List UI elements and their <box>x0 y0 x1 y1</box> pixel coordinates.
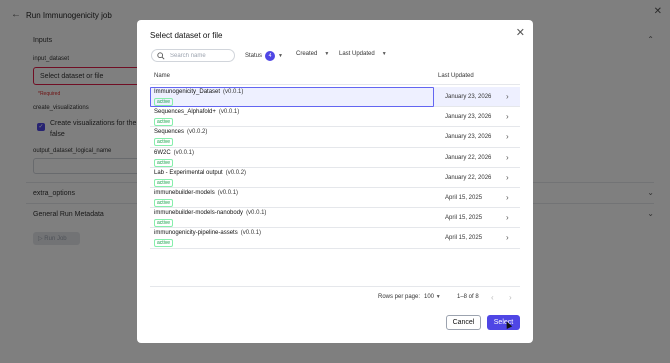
last-updated-date: January 22, 2026 <box>445 154 492 161</box>
divider <box>150 286 520 287</box>
search-icon <box>157 52 165 60</box>
dataset-version: (v0.0.1) <box>218 109 240 116</box>
status-badge: active <box>154 98 174 106</box>
dataset-name-text: immunogenicity-pipeline-assets <box>154 230 238 237</box>
rows-per-page-select[interactable]: 100 ▼ <box>424 294 441 300</box>
list-item[interactable]: immunebuilder-models-nanobody (v0.0.1) act… <box>150 208 520 229</box>
last-updated-date: January 23, 2026 <box>445 114 492 121</box>
dataset-name: Immunogenicity_Dataset (v0.0.1) <box>154 89 243 95</box>
last-updated-date: January 23, 2026 <box>445 134 492 141</box>
table-header: Name Last Updated <box>150 70 520 85</box>
dataset-name: Lab - Experimental output (v0.0.2) <box>154 170 246 176</box>
last-updated-date: April 15, 2025 <box>445 194 483 201</box>
status-badge: active <box>154 239 174 248</box>
last-updated-filter[interactable]: Last Updated ▼ <box>339 51 387 57</box>
created-filter[interactable]: Created ▼ <box>296 51 329 57</box>
dataset-list: Immunogenicity_Dataset (v0.0.1) active Janu… <box>150 87 520 249</box>
dataset-name: immunebuilder-models-nanobody (v0.0.1) <box>154 210 266 216</box>
chevron-right-icon[interactable]: › <box>506 92 509 101</box>
created-filter-label: Created <box>296 51 318 57</box>
dataset-version: (v0.0.1) <box>173 149 195 156</box>
dataset-name-text: immunebuilder-models-nanobody <box>154 210 244 217</box>
select-dataset-modal: Select dataset or file ✕ Status 4 ▼ Crea… <box>137 20 533 343</box>
caret-down-icon: ▼ <box>381 51 387 57</box>
cancel-button[interactable]: Cancel <box>446 315 481 330</box>
dataset-name-text: Lab - Experimental output <box>154 169 223 176</box>
list-item[interactable]: Immunogenicity_Dataset (v0.0.1) active Janu… <box>150 87 520 108</box>
dataset-name-text: Immunogenicity_Dataset <box>154 89 221 95</box>
status-badge: active <box>154 158 174 167</box>
search-box[interactable] <box>151 49 235 62</box>
dataset-name: immunogenicity-pipeline-assets (v0.0.1) <box>154 230 261 236</box>
last-updated-date: January 22, 2026 <box>445 174 492 181</box>
chevron-right-icon[interactable]: › <box>506 173 509 182</box>
list-item[interactable]: 6W2C (v0.0.1) active January 22, 2026 › <box>150 148 520 168</box>
pagination-range: 1–8 of 8 <box>457 294 479 300</box>
rows-per-page-label: Rows per page: <box>378 294 421 300</box>
chevron-right-icon[interactable]: › <box>506 233 509 242</box>
status-badge: active <box>154 138 174 147</box>
chevron-right-icon[interactable]: › <box>506 132 509 141</box>
caret-down-icon: ▼ <box>435 294 441 300</box>
status-badge: active <box>154 198 174 207</box>
next-page-icon[interactable]: › <box>509 293 512 302</box>
chevron-right-icon[interactable]: › <box>506 153 509 162</box>
dataset-version: (v0.0.1) <box>246 210 267 217</box>
column-last-updated[interactable]: Last Updated <box>438 73 474 79</box>
caret-down-icon: ▼ <box>324 51 330 57</box>
last-updated-date: April 15, 2025 <box>445 215 483 222</box>
rows-per-page-value: 100 <box>424 294 435 300</box>
status-filter-label: Status <box>245 53 263 59</box>
last-updated-date: January 23, 2026 <box>445 94 492 100</box>
list-item[interactable]: immunogenicity-pipeline-assets (v0.0.1) ac… <box>150 228 520 249</box>
dataset-version: (v0.0.1) <box>240 230 262 237</box>
status-badge: active <box>154 178 174 187</box>
status-filter[interactable]: Status 4 ▼ <box>245 51 283 61</box>
dataset-name-text: immunebuilder-models <box>154 189 215 196</box>
dataset-version: (v0.0.1) <box>217 189 239 196</box>
chevron-right-icon[interactable]: › <box>506 213 509 222</box>
dataset-name: immunebuilder-models (v0.0.1) <box>154 190 238 196</box>
list-item[interactable]: Sequences_Alphafold+ (v0.0.1) active Januar… <box>150 107 520 128</box>
last-updated-filter-label: Last Updated <box>339 51 375 57</box>
status-badge: active <box>154 219 174 228</box>
chevron-right-icon[interactable]: › <box>506 193 509 202</box>
dataset-version: (v0.0.2) <box>225 169 247 176</box>
last-updated-date: April 15, 2025 <box>445 235 483 242</box>
search-input[interactable] <box>170 50 232 61</box>
chevron-right-icon[interactable]: › <box>506 112 509 121</box>
dataset-name: Sequences_Alphafold+ (v0.0.1) <box>154 109 239 115</box>
list-item[interactable]: Sequences (v0.0.2) active January 23, 2026 › <box>150 127 520 148</box>
close-icon[interactable]: ✕ <box>516 28 525 39</box>
dataset-name: Sequences (v0.0.2) <box>154 129 207 135</box>
status-badge: active <box>154 118 174 127</box>
status-count-badge: 4 <box>265 51 276 61</box>
dataset-name-text: 6W2C <box>154 149 171 156</box>
dataset-version: (v0.0.2) <box>187 129 208 136</box>
prev-page-icon[interactable]: ‹ <box>491 293 494 302</box>
caret-down-icon: ▼ <box>278 53 283 59</box>
dataset-version: (v0.0.1) <box>223 89 244 95</box>
dataset-name-text: Sequences <box>154 129 185 136</box>
column-name[interactable]: Name <box>154 73 170 79</box>
modal-title: Select dataset or file <box>150 31 223 40</box>
list-item[interactable]: Lab - Experimental output (v0.0.2) active J… <box>150 168 520 188</box>
dataset-name-text: Sequences_Alphafold+ <box>154 109 216 116</box>
list-item[interactable]: immunebuilder-models (v0.0.1) active April … <box>150 188 520 209</box>
dataset-name: 6W2C (v0.0.1) <box>154 150 194 156</box>
